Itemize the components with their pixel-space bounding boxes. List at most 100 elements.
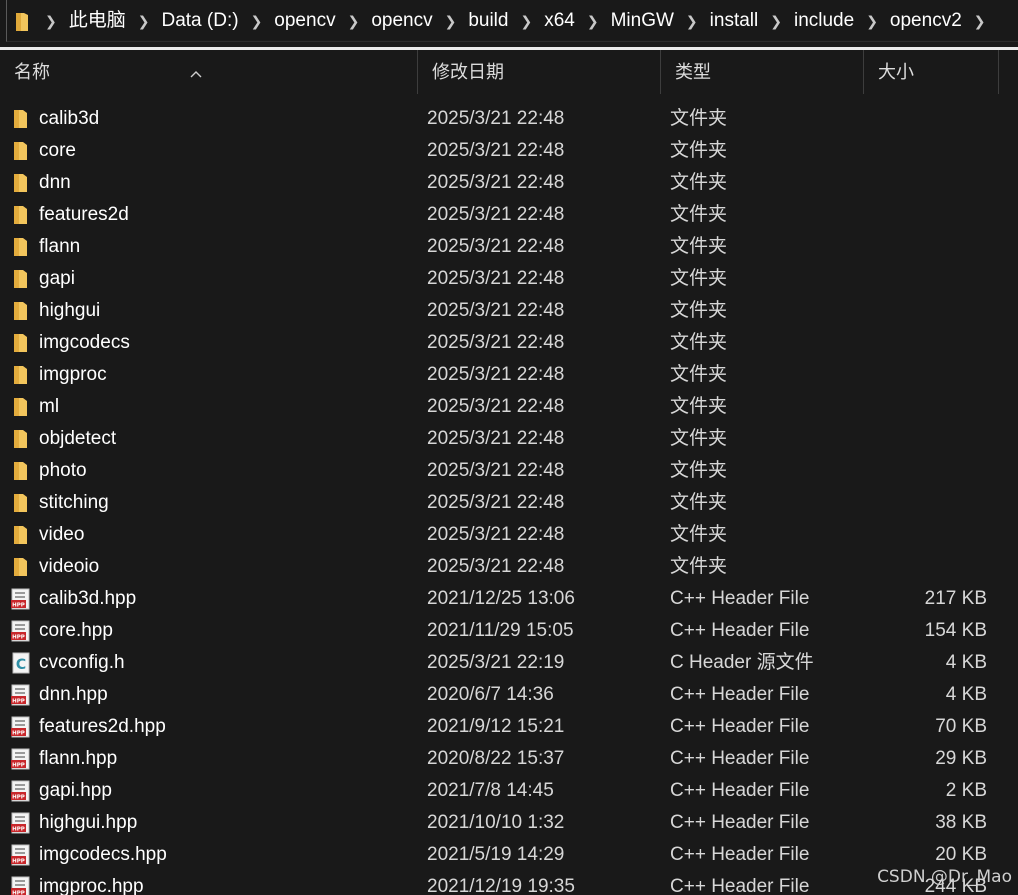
folder-icon: [10, 396, 32, 418]
svg-text:C: C: [16, 657, 26, 673]
chevron-right-icon[interactable]: ❯: [33, 0, 69, 42]
file-size: 154 KB: [924, 620, 987, 641]
chevron-right-icon[interactable]: ❯: [962, 0, 998, 42]
column-header-type[interactable]: 类型: [661, 50, 864, 94]
chevron-right-icon[interactable]: ❯: [336, 0, 372, 42]
file-name: gapi.hpp: [39, 780, 112, 801]
file-type: 文件夹: [670, 268, 728, 289]
hpp-file-icon: HPP: [10, 716, 32, 738]
file-type: 文件夹: [670, 140, 728, 161]
column-header-name[interactable]: 名称: [0, 50, 418, 94]
svg-text:HPP: HPP: [12, 603, 25, 609]
svg-text:HPP: HPP: [12, 763, 25, 769]
chevron-right-icon[interactable]: ❯: [239, 0, 275, 42]
list-item[interactable]: gapi 2025/3/21 22:48 文件夹: [0, 263, 1018, 295]
hpp-file-icon: HPP: [10, 812, 32, 834]
file-size: 38 KB: [935, 812, 987, 833]
list-item[interactable]: stitching 2025/3/21 22:48 文件夹: [0, 487, 1018, 519]
file-name: imgcodecs.hpp: [39, 844, 167, 865]
chevron-right-icon[interactable]: ❯: [126, 0, 162, 42]
file-type: C++ Header File: [670, 780, 810, 801]
address-bar[interactable]: ❯ 此电脑 ❯ Data (D:) ❯ opencv ❯ opencv ❯ build ❯ x64 ❯ M…: [6, 0, 1018, 42]
file-name: ml: [39, 396, 60, 417]
chevron-right-icon[interactable]: ❯: [674, 0, 710, 42]
breadcrumb-item[interactable]: Data (D:): [161, 0, 238, 42]
list-item[interactable]: imgproc 2025/3/21 22:48 文件夹: [0, 359, 1018, 391]
list-item[interactable]: HPP imgcodecs.hpp 2021/5/19 14:29 C++ Heade…: [0, 839, 1018, 871]
list-item[interactable]: ml 2025/3/21 22:48 文件夹: [0, 391, 1018, 423]
breadcrumb-item[interactable]: 此电脑: [69, 0, 126, 42]
list-item[interactable]: objdetect 2025/3/21 22:48 文件夹: [0, 423, 1018, 455]
file-name: features2d: [39, 204, 129, 225]
breadcrumb-item[interactable]: build: [468, 0, 508, 42]
hpp-file-icon: HPP: [10, 684, 32, 706]
list-item[interactable]: HPP flann.hpp 2020/8/22 15:37 C++ Header Fi…: [0, 743, 1018, 775]
list-item[interactable]: HPP imgproc.hpp 2021/12/19 19:35 C++ Header…: [0, 871, 1018, 895]
file-date: 2021/9/12 15:21: [427, 716, 565, 737]
file-size: 217 KB: [924, 588, 987, 609]
file-name: features2d.hpp: [39, 716, 166, 737]
breadcrumb-item[interactable]: opencv: [274, 0, 335, 42]
list-item[interactable]: HPP core.hpp 2021/11/29 15:05 C++ Header Fi…: [0, 615, 1018, 647]
folder-icon: [10, 300, 32, 322]
column-header-size[interactable]: 大小: [864, 50, 999, 94]
list-item[interactable]: calib3d 2025/3/21 22:48 文件夹: [0, 103, 1018, 135]
hpp-file-icon: HPP: [10, 748, 32, 770]
list-item[interactable]: Ccvconfig.h 2025/3/21 22:19 C Header 源文件 4 …: [0, 647, 1018, 679]
list-item[interactable]: highgui 2025/3/21 22:48 文件夹: [0, 295, 1018, 327]
breadcrumb-item[interactable]: MinGW: [611, 0, 674, 42]
chevron-right-icon[interactable]: ❯: [508, 0, 544, 42]
file-size: 70 KB: [935, 716, 987, 737]
file-date: 2021/11/29 15:05: [427, 620, 574, 641]
svg-text:HPP: HPP: [12, 731, 25, 737]
breadcrumb-item[interactable]: include: [794, 0, 854, 42]
folder-icon: [10, 428, 32, 450]
list-item[interactable]: features2d 2025/3/21 22:48 文件夹: [0, 199, 1018, 231]
folder-icon: [10, 332, 32, 354]
breadcrumb-item[interactable]: opencv2: [890, 0, 962, 42]
file-type: C Header 源文件: [670, 652, 814, 673]
file-type: C++ Header File: [670, 812, 810, 833]
folder-icon: [10, 524, 32, 546]
chevron-right-icon[interactable]: ❯: [575, 0, 611, 42]
list-item[interactable]: photo 2025/3/21 22:48 文件夹: [0, 455, 1018, 487]
list-item[interactable]: core 2025/3/21 22:48 文件夹: [0, 135, 1018, 167]
breadcrumb-item[interactable]: install: [710, 0, 759, 42]
list-item[interactable]: HPP gapi.hpp 2021/7/8 14:45 C++ Header File…: [0, 775, 1018, 807]
file-date: 2025/3/21 22:48: [427, 268, 565, 289]
list-item[interactable]: dnn 2025/3/21 22:48 文件夹: [0, 167, 1018, 199]
file-type: 文件夹: [670, 332, 728, 353]
file-date: 2021/10/10 1:32: [427, 812, 565, 833]
folder-icon: [10, 108, 32, 130]
file-date: 2021/12/19 19:35: [427, 876, 575, 895]
svg-text:HPP: HPP: [12, 891, 25, 895]
file-name: dnn.hpp: [39, 684, 108, 705]
list-item[interactable]: HPP features2d.hpp 2021/9/12 15:21 C++ Head…: [0, 711, 1018, 743]
hpp-file-icon: HPP: [10, 588, 32, 610]
list-item[interactable]: videoio 2025/3/21 22:48 文件夹: [0, 551, 1018, 583]
chevron-right-icon[interactable]: ❯: [758, 0, 794, 42]
file-name: calib3d: [39, 108, 100, 129]
list-item[interactable]: HPP calib3d.hpp 2021/12/25 13:06 C++ Header…: [0, 583, 1018, 615]
list-item[interactable]: HPP highgui.hpp 2021/10/10 1:32 C++ Header …: [0, 807, 1018, 839]
file-name: flann: [39, 236, 81, 257]
chevron-right-icon[interactable]: ❯: [433, 0, 469, 42]
file-type: 文件夹: [670, 492, 728, 513]
sort-ascending-icon: [190, 50, 202, 94]
list-item[interactable]: flann 2025/3/21 22:48 文件夹: [0, 231, 1018, 263]
file-name: imgproc.hpp: [39, 876, 144, 895]
breadcrumb-item[interactable]: x64: [544, 0, 575, 42]
list-item[interactable]: video 2025/3/21 22:48 文件夹: [0, 519, 1018, 551]
list-item[interactable]: HPP dnn.hpp 2020/6/7 14:36 C++ Header File 4…: [0, 679, 1018, 711]
svg-text:HPP: HPP: [12, 635, 25, 641]
breadcrumb-item[interactable]: opencv: [371, 0, 432, 42]
column-header-date[interactable]: 修改日期: [418, 50, 661, 94]
list-item[interactable]: imgcodecs 2025/3/21 22:48 文件夹: [0, 327, 1018, 359]
file-type: C++ Header File: [670, 588, 810, 609]
folder-icon: [10, 172, 32, 194]
svg-text:HPP: HPP: [12, 827, 25, 833]
chevron-right-icon[interactable]: ❯: [854, 0, 890, 42]
file-date: 2025/3/21 22:48: [427, 172, 565, 193]
file-date: 2025/3/21 22:48: [427, 460, 565, 481]
file-date: 2021/5/19 14:29: [427, 844, 565, 865]
